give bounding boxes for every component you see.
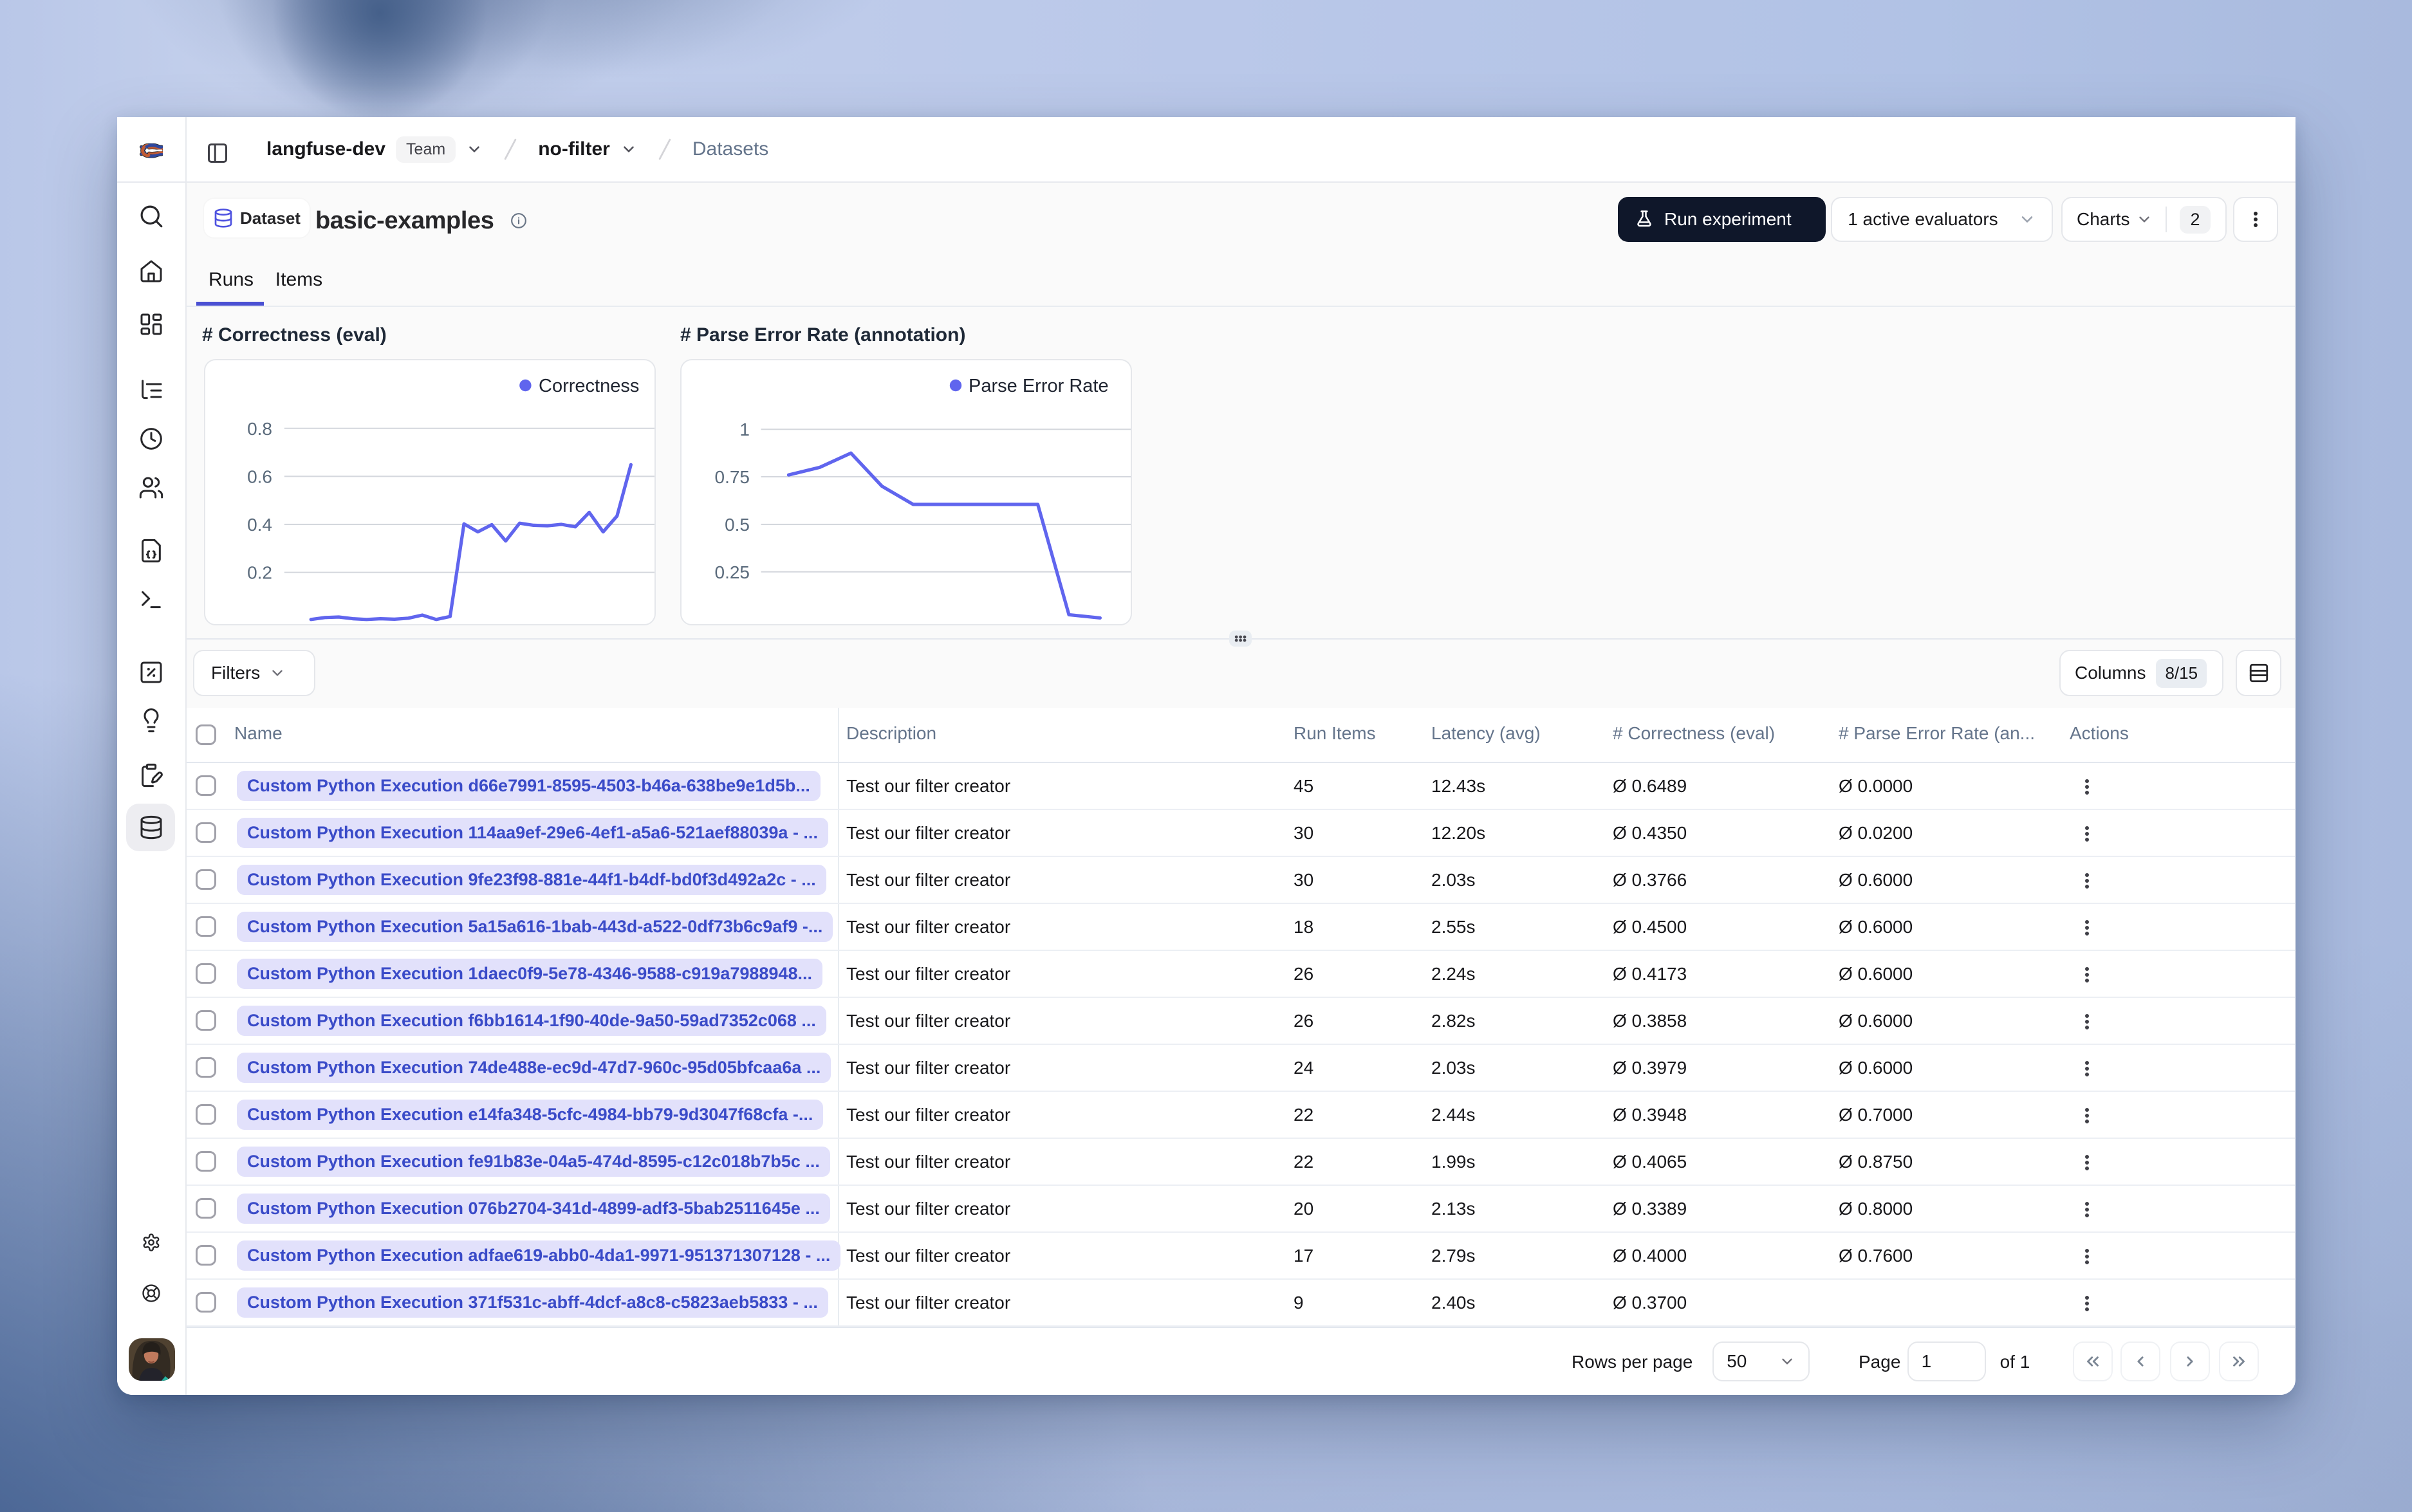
svg-text:0.25: 0.25 <box>715 562 750 582</box>
svg-text:0.4: 0.4 <box>247 515 272 535</box>
svg-text:0.6: 0.6 <box>247 466 272 486</box>
svg-text:0.5: 0.5 <box>725 515 750 535</box>
svg-text:Parse Error Rate: Parse Error Rate <box>969 376 1109 396</box>
svg-text:Correctness: Correctness <box>539 376 639 396</box>
svg-text:1: 1 <box>739 419 750 439</box>
svg-text:0.2: 0.2 <box>247 562 272 582</box>
svg-text:0.8: 0.8 <box>247 418 272 438</box>
svg-text:0.75: 0.75 <box>715 467 750 487</box>
